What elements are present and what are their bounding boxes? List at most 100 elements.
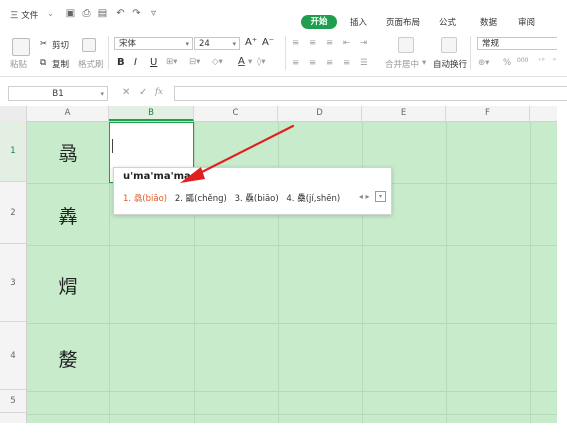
gridline: [27, 245, 557, 246]
indent-increase-icon[interactable]: ⇥: [360, 38, 367, 48]
undo-icon[interactable]: ↶: [115, 8, 126, 19]
formula-input[interactable]: [174, 86, 567, 101]
align-bottom-icon[interactable]: ≡: [326, 38, 333, 48]
thousands-button[interactable]: 000: [517, 57, 528, 64]
font-name-value: 宋体: [119, 39, 137, 49]
column-header-a[interactable]: A: [27, 106, 109, 121]
name-box[interactable]: B1 ▾: [8, 86, 108, 101]
increase-font-icon[interactable]: A⁺: [245, 37, 257, 48]
align-top-icon[interactable]: ≡: [292, 38, 299, 48]
select-all-corner[interactable]: [0, 106, 27, 121]
chevron-down-icon[interactable]: ▾: [248, 57, 252, 67]
tab-review[interactable]: 审阅: [518, 16, 535, 28]
cell-style-icon[interactable]: ⊟▾: [189, 57, 200, 67]
previous-page-icon[interactable]: ◂: [359, 192, 363, 201]
wrap-text-icon[interactable]: [441, 37, 457, 53]
divider: [285, 36, 286, 70]
column-header-g[interactable]: [530, 106, 557, 121]
merge-center-icon[interactable]: [398, 37, 414, 53]
row-header-1[interactable]: 1: [0, 121, 26, 182]
percent-button[interactable]: %: [503, 58, 511, 68]
bold-button[interactable]: B: [117, 57, 125, 68]
align-center-icon[interactable]: ≡: [309, 58, 316, 68]
distribute-icon[interactable]: ☰: [360, 58, 368, 68]
wrap-text-button[interactable]: 自动换行: [433, 58, 467, 70]
cell-a2[interactable]: 羴: [27, 202, 109, 229]
justify-icon[interactable]: ≡: [343, 58, 350, 68]
ime-candidate-3[interactable]: 3. 驫(biāo): [235, 192, 279, 204]
tab-insert[interactable]: 插入: [350, 16, 367, 28]
gridline: [446, 122, 447, 423]
gridline: [27, 414, 557, 415]
border-icon[interactable]: ⊞▾: [166, 57, 177, 67]
tab-page-layout[interactable]: 页面布局: [386, 16, 420, 28]
column-header-d[interactable]: D: [278, 106, 362, 121]
row-header-2[interactable]: 2: [0, 182, 26, 244]
ime-pager: ◂ ▸ ▾: [359, 191, 386, 202]
italic-button[interactable]: I: [134, 57, 137, 68]
ime-candidate-list: 1. 骉(biāo) 2. 㼔(chěng) 3. 驫(biāo) 4. 䯂(j…: [123, 192, 345, 204]
merge-center-button[interactable]: 合并居中: [385, 58, 419, 70]
decimal-increase-icon[interactable]: ⁺⁰: [538, 57, 545, 65]
tab-data[interactable]: 数据: [480, 16, 497, 28]
currency-icon[interactable]: ⊛▾: [478, 58, 489, 68]
print-preview-icon[interactable]: ▤: [97, 8, 108, 19]
divider: [108, 36, 109, 70]
text-caret: [112, 139, 113, 153]
ime-candidate-4[interactable]: 4. 䯂(jí,shēn): [286, 192, 340, 204]
print-icon[interactable]: ⎙: [81, 8, 92, 19]
chevron-down-icon: ▾: [100, 90, 104, 98]
ribbon-toolbar: 粘贴 ✂ 剪切 ⧉ 复制 格式刷 宋体 ▾ 24 ▾ A⁺ A⁻ B I U ⊞▾ …: [0, 30, 567, 77]
column-header-e[interactable]: E: [362, 106, 446, 121]
cut-icon[interactable]: ✂: [40, 39, 47, 49]
paste-button[interactable]: 粘贴: [10, 58, 27, 70]
cell-a1[interactable]: 骉: [27, 139, 109, 166]
align-right-icon[interactable]: ≡: [326, 58, 333, 68]
redo-icon[interactable]: ↷: [131, 8, 142, 19]
font-size-select[interactable]: 24 ▾: [194, 37, 240, 50]
insert-function-button[interactable]: fx: [155, 87, 163, 97]
column-header-bar: A B C D E F: [0, 106, 557, 122]
number-format-select[interactable]: 常规: [477, 37, 557, 50]
menu-bar: 三 文件 ⌄ ▣ ⎙ ▤ ↶ ↷ ▿ 开始 插入 页面布局 公式 数据 审阅: [0, 0, 567, 30]
font-name-select[interactable]: 宋体 ▾: [114, 37, 193, 50]
save-icon[interactable]: ▣: [65, 8, 76, 19]
gridline: [530, 122, 531, 423]
underline-button[interactable]: U: [150, 57, 157, 68]
chevron-down-icon[interactable]: ⌄: [47, 9, 54, 19]
font-color-icon[interactable]: A: [238, 56, 245, 67]
decimal-decrease-icon[interactable]: ⁰: [553, 57, 556, 65]
format-painter-icon[interactable]: [82, 38, 96, 52]
cut-button[interactable]: 剪切: [52, 39, 69, 51]
column-header-c[interactable]: C: [194, 106, 278, 121]
formula-bar: B1 ▾ ✕ ✓ fx: [0, 83, 567, 103]
paste-icon[interactable]: [12, 38, 30, 56]
format-painter-button[interactable]: 格式刷: [78, 58, 104, 70]
chevron-down-icon[interactable]: ▾: [422, 58, 426, 68]
copy-icon[interactable]: ⧉: [40, 58, 46, 68]
next-page-icon[interactable]: ▸: [365, 192, 369, 201]
cell-a3[interactable]: 焨: [27, 272, 109, 299]
clear-format-icon[interactable]: ◊▾: [257, 57, 265, 67]
column-header-b[interactable]: B: [109, 106, 194, 121]
cell-a4[interactable]: 嫠: [27, 345, 109, 372]
indent-decrease-icon[interactable]: ⇤: [343, 38, 350, 48]
fill-color-icon[interactable]: ◇▾: [212, 57, 223, 67]
row-header-5[interactable]: 5: [0, 390, 26, 413]
tab-formulas[interactable]: 公式: [439, 16, 456, 28]
expand-candidates-icon[interactable]: ▾: [375, 191, 386, 202]
column-header-f[interactable]: F: [446, 106, 530, 121]
copy-button[interactable]: 复制: [52, 58, 69, 70]
align-middle-icon[interactable]: ≡: [309, 38, 316, 48]
file-menu[interactable]: 三 文件: [10, 9, 38, 21]
customize-toolbar-icon[interactable]: ▿: [148, 8, 159, 19]
align-left-icon[interactable]: ≡: [292, 58, 299, 68]
ime-candidate-2[interactable]: 2. 㼔(chěng): [175, 192, 227, 204]
decrease-font-icon[interactable]: A⁻: [262, 37, 274, 48]
cancel-icon[interactable]: ✕: [122, 87, 130, 98]
tab-start[interactable]: 开始: [301, 15, 337, 29]
row-header-4[interactable]: 4: [0, 322, 26, 390]
confirm-icon[interactable]: ✓: [139, 87, 147, 98]
ime-candidate-1[interactable]: 1. 骉(biāo): [123, 192, 167, 204]
row-header-3[interactable]: 3: [0, 244, 26, 322]
